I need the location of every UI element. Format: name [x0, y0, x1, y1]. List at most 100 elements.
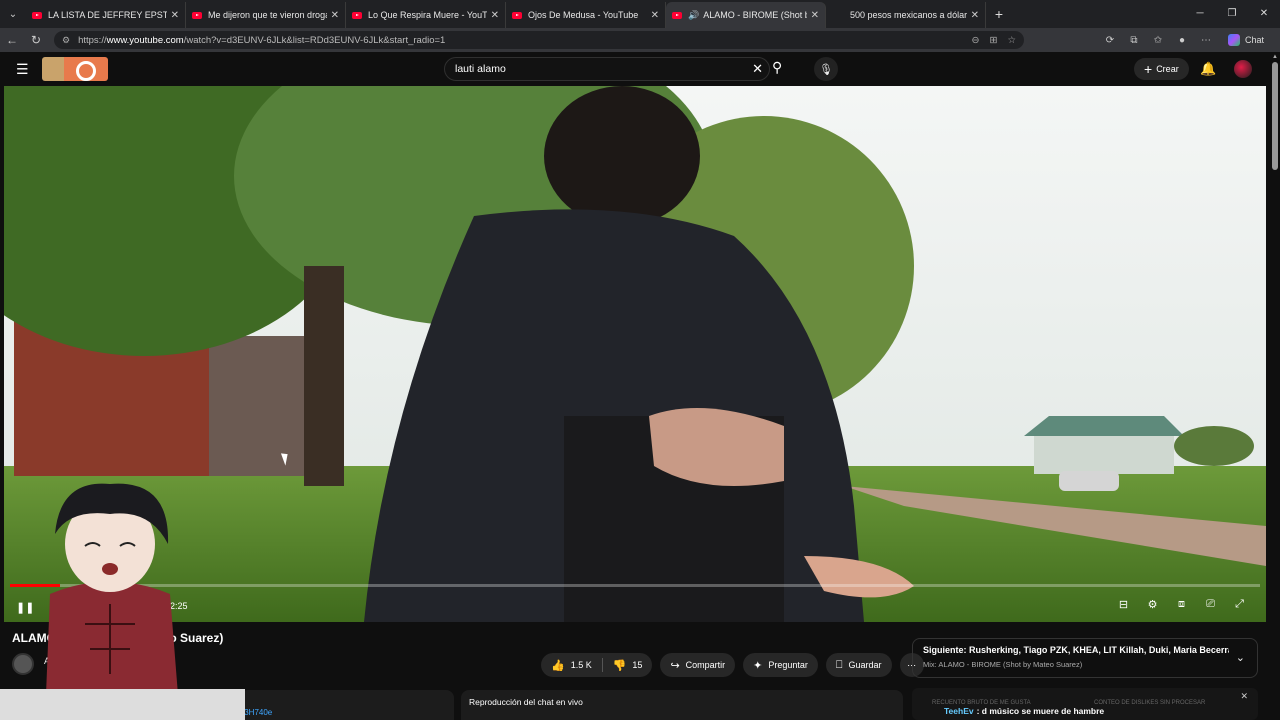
distant-car — [1059, 471, 1119, 491]
browser-tab[interactable]: 🔊 ALAMO - BIROME (Shot by M ✕ — [666, 2, 826, 28]
new-tab-button[interactable]: + — [986, 6, 1012, 22]
fullscreen-icon[interactable]: ⤢ — [1225, 598, 1254, 611]
close-tab-icon[interactable]: ✕ — [651, 10, 659, 21]
distant-roof — [1024, 416, 1184, 436]
channel-logo[interactable] — [42, 57, 108, 81]
next-up-title: Siguiente: Rusherking, Tiago PZK, KHEA, … — [923, 645, 1229, 655]
next-up-subtitle: Mix: ALAMO - BIROME (Shot by Mateo Suare… — [923, 660, 1083, 669]
back-icon[interactable]: ← — [0, 33, 24, 47]
tab-title: LA LISTA DE JEFFREY EPSTEIN Y SU — [48, 10, 167, 20]
subtitles-icon[interactable]: ⊟ — [1109, 598, 1138, 611]
stream-chat-message: TeehEv: d músico se muere de hambre — [944, 706, 1104, 716]
close-tab-icon[interactable]: ✕ — [811, 10, 819, 21]
voice-search-icon[interactable]: 🎙 — [814, 57, 838, 81]
close-window-icon[interactable]: ✕ — [1248, 0, 1280, 28]
scroll-up-arrow-icon[interactable]: ▲ — [1272, 54, 1278, 60]
ask-label: Preguntar — [768, 660, 808, 670]
reload-icon[interactable]: ↻ — [24, 33, 48, 47]
browser-tab[interactable]: Ojos De Medusa - YouTube ✕ — [506, 2, 666, 28]
browser-tab[interactable]: LA LISTA DE JEFFREY EPSTEIN Y SU ✕ — [26, 2, 186, 28]
description-link[interactable]: /3H740e — [242, 708, 272, 717]
close-tab-icon[interactable]: ✕ — [491, 10, 499, 21]
menu-icon[interactable]: ☰ — [16, 61, 32, 78]
browser-tab[interactable]: Lo Que Respira Muere - YouTube ✕ — [346, 2, 506, 28]
copilot-icon — [1227, 34, 1240, 46]
settings-icon[interactable]: ⚙ — [1138, 598, 1167, 611]
live-chat-label: Reproducción del chat en vivo — [469, 697, 583, 707]
close-tab-icon[interactable]: ✕ — [331, 10, 339, 21]
close-icon[interactable]: ✕ — [1240, 691, 1248, 702]
share-label: Compartir — [685, 660, 726, 670]
url-host: www.youtube.com — [106, 34, 184, 46]
sparkle-icon: ✦ — [753, 659, 763, 672]
chat-message: : d músico se muere de hambre — [976, 706, 1105, 716]
youtube-icon — [32, 11, 42, 19]
url-path: /watch?v=d3EUNV-6JLk&list=RDd3EUNV-6JLk&… — [183, 34, 446, 46]
extensions-icon[interactable]: ⧉ — [1122, 35, 1146, 46]
browser-tab[interactable]: Me dijeron que te vieron drogada ✕ — [186, 2, 346, 28]
person-head — [544, 86, 700, 226]
distant-house — [1034, 434, 1174, 474]
tab-title: 500 pesos mexicanos a dólares - B — [850, 10, 967, 20]
dislike-button[interactable]: 👎 15 — [603, 653, 653, 677]
profile-icon[interactable]: ● — [1170, 35, 1194, 46]
like-dislike-group: 👍 1.5 K 👎 15 — [541, 653, 653, 677]
save-label: Guardar — [848, 660, 882, 670]
save-button[interactable]: ⎕ Guardar — [825, 653, 892, 677]
share-button[interactable]: ↪ Compartir — [660, 653, 736, 677]
app-available-icon[interactable]: ⊞ — [990, 35, 998, 46]
chevron-down-icon[interactable]: ⌄ — [1236, 651, 1245, 664]
search-input[interactable]: lauti alamo ✕ — [444, 57, 770, 81]
browser-toolbar: ← ↻ ⚙ https://www.youtube.com/watch?v=d3… — [0, 28, 1280, 52]
tab-title: ALAMO - BIROME (Shot by M — [703, 10, 806, 20]
page-scrollbar[interactable] — [1272, 62, 1278, 170]
mascot-keyboard — [0, 689, 245, 720]
browser-extensions: ⟳ ⧉ ✩ ● ⋯ — [1098, 35, 1218, 46]
thumb-down-icon: 👎 — [612, 659, 627, 672]
create-button[interactable]: + Crear — [1134, 58, 1189, 80]
ask-button[interactable]: ✦ Preguntar — [743, 653, 818, 677]
tree-trunk — [304, 266, 344, 486]
close-tab-icon[interactable]: ✕ — [171, 10, 179, 21]
refresh-extension-icon[interactable]: ⟳ — [1098, 35, 1122, 46]
browser-tab-bar: ⌄ LA LISTA DE JEFFREY EPSTEIN Y SU✕Me di… — [0, 0, 1280, 28]
shed — [209, 336, 319, 476]
user-avatar[interactable] — [1234, 60, 1252, 78]
like-button[interactable]: 👍 1.5 K — [541, 653, 602, 677]
live-chat-replay[interactable]: Reproducción del chat en vivo — [461, 690, 903, 720]
close-tab-icon[interactable]: ✕ — [971, 10, 979, 21]
notifications-bell-icon[interactable]: 🔔 — [1200, 61, 1216, 77]
next-up-card[interactable]: Siguiente: Rusherking, Tiago PZK, KHEA, … — [912, 638, 1258, 678]
miniplayer-icon[interactable]: ⧈ — [1167, 598, 1196, 611]
zoom-icon[interactable]: ⊖ — [972, 35, 980, 46]
clear-search-icon[interactable]: ✕ — [752, 61, 763, 77]
restore-icon[interactable]: ❐ — [1216, 0, 1248, 28]
bookmark-icon: ⎕ — [835, 658, 843, 671]
youtube-icon — [672, 11, 682, 19]
copilot-chat-button[interactable]: Chat — [1227, 34, 1264, 46]
favorites-icon[interactable]: ✩ — [1146, 35, 1170, 46]
chat-username: TeehEv — [944, 706, 974, 716]
site-info-icon[interactable]: ⚙ — [62, 35, 70, 46]
bookmark-star-icon[interactable]: ☆ — [1007, 35, 1016, 46]
browser-tab[interactable]: 500 pesos mexicanos a dólares - B ✕ — [826, 2, 986, 28]
chat-label: Chat — [1244, 35, 1264, 45]
speaker-icon[interactable]: 🔊 — [688, 10, 699, 21]
minimize-icon[interactable]: ─ — [1184, 0, 1216, 28]
distant-trees — [1174, 426, 1254, 466]
tab-search-icon[interactable]: ⌄ — [0, 0, 26, 28]
search-icon[interactable]: ⚲ — [772, 59, 782, 76]
cast-icon[interactable]: ⎚ — [1196, 598, 1225, 611]
tab-title: Ojos De Medusa - YouTube — [528, 10, 639, 20]
description-box[interactable]: /3H740e — [240, 690, 454, 720]
like-count: 1.5 K — [570, 660, 592, 670]
tab-title: Me dijeron que te vieron drogada — [208, 10, 327, 20]
window-controls: ─ ❐ ✕ — [1184, 0, 1280, 28]
tab-title: Lo Que Respira Muere - YouTube — [368, 10, 487, 20]
plus-icon: + — [1144, 61, 1153, 77]
youtube-icon — [352, 11, 362, 19]
thumb-up-icon: 👍 — [551, 659, 565, 672]
address-bar[interactable]: ⚙ https://www.youtube.com/watch?v=d3EUNV… — [54, 31, 1024, 49]
action-bar: 👍 1.5 K 👎 15 ↪ Compartir ✦ Preguntar ⎕ Guarda… — [541, 653, 932, 677]
more-menu-icon[interactable]: ⋯ — [1194, 35, 1218, 46]
